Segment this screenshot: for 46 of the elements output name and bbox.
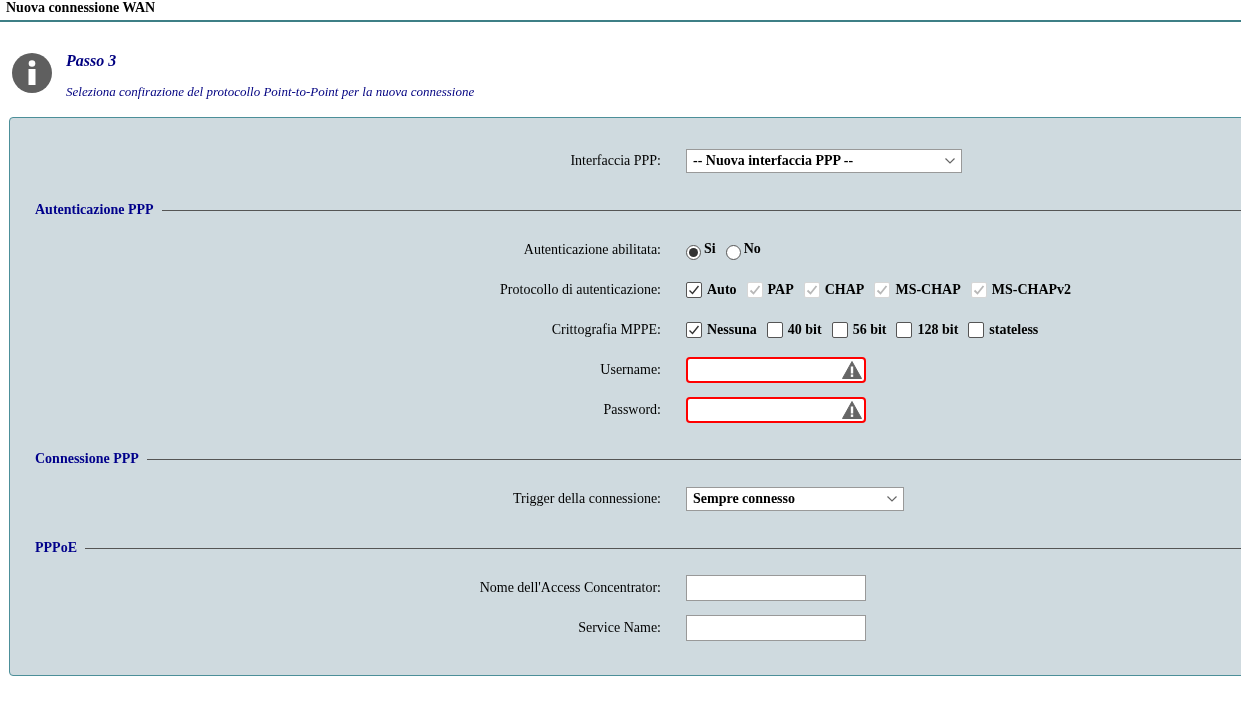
step-description: Seleziona confirazione del protocollo Point-to-Point per la nuova connessione: [66, 84, 475, 100]
checkbox-label: PAP: [767, 282, 794, 298]
checkbox-label: CHAP: [824, 282, 865, 298]
checkbox-label: Auto: [707, 282, 737, 298]
checkbox[interactable]: [686, 322, 702, 338]
checkbox-label: Nessuna: [707, 322, 757, 338]
input-field[interactable]: [686, 615, 866, 641]
radio-label: Si: [704, 240, 716, 257]
radio-button[interactable]: [725, 244, 741, 260]
field-label: Interfaccia PPP:: [570, 153, 661, 169]
radio-label: No: [743, 240, 761, 257]
caret-icon: [945, 158, 956, 164]
field-label: Protocollo di autenticazione:: [500, 282, 661, 298]
field-label: Service Name:: [578, 620, 661, 636]
field-label: Autenticazione abilitata:: [523, 242, 661, 258]
section-title: PPPoE: [35, 539, 77, 556]
dropdown[interactable]: Sempre connesso: [686, 487, 905, 511]
input-field[interactable]: [686, 397, 866, 423]
field-label: Nome dell'Access Concentrator:: [479, 580, 661, 596]
radio-button[interactable]: [686, 244, 701, 260]
checkbox-label: MS-CHAPv2: [991, 282, 1072, 298]
checkbox-label: MS-CHAP: [895, 282, 961, 298]
info-icon: [12, 53, 52, 93]
input-field[interactable]: [686, 357, 866, 383]
page-title: Nuova connessione WAN: [5, 1, 156, 15]
step-title: Passo 3: [66, 52, 117, 70]
field-label: Trigger della connessione:: [513, 491, 661, 507]
checkbox-label: stateless: [989, 322, 1039, 338]
dropdown[interactable]: -- Nuova interfaccia PPP --: [686, 149, 963, 173]
checkbox[interactable]: [686, 282, 702, 298]
checkbox[interactable]: [968, 322, 985, 338]
caret-icon: [887, 496, 898, 502]
checkbox[interactable]: [766, 322, 783, 338]
checkbox-label: 40 bit: [787, 322, 822, 338]
checkbox[interactable]: [896, 322, 913, 338]
section-title: Autenticazione PPP: [35, 201, 154, 218]
field-label: Crittografia MPPE:: [551, 322, 661, 338]
checkbox-label: 128 bit: [917, 322, 959, 338]
warning-icon: [842, 361, 862, 379]
section-title: Connessione PPP: [35, 450, 139, 467]
warning-icon: [842, 401, 862, 419]
field-label: Username:: [600, 362, 661, 378]
field-label: Password:: [603, 402, 661, 418]
checkbox-label: 56 bit: [852, 322, 887, 338]
checkbox[interactable]: [831, 322, 848, 338]
input-field[interactable]: [686, 575, 866, 601]
